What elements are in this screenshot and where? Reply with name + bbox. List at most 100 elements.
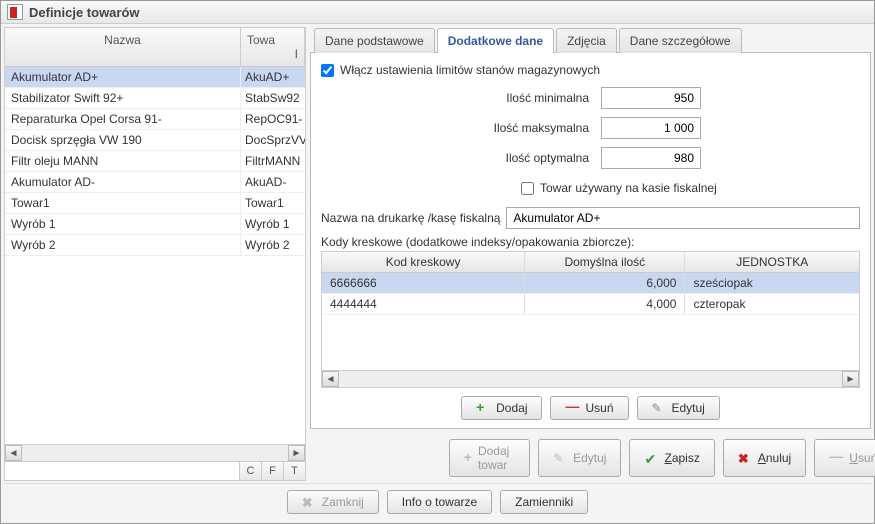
grid-header-code[interactable]: Towa I	[241, 28, 305, 66]
app-icon	[7, 4, 23, 20]
item-name-cell: Wyrób 1	[5, 214, 241, 234]
bc-code-cell: 4444444	[322, 294, 525, 314]
main-buttons: + Dodaj towar ✎ Edytuj ✔ Zapisz ✖ Anuluj	[470, 429, 871, 481]
tab-photos[interactable]: Zdjęcia	[556, 28, 617, 53]
footer-tab-f[interactable]: F	[261, 462, 283, 480]
tab-detail[interactable]: Dane szczegółowe	[619, 28, 742, 53]
bc-unit-cell: sześciopak	[685, 273, 859, 293]
edit-icon: ✎	[553, 451, 567, 465]
bc-unit-cell: czteropak	[685, 294, 859, 314]
table-row[interactable]: Reparaturka Opel Corsa 91-RepOC91-	[5, 109, 305, 130]
tab-panel-extra: Włącz ustawienia limitów stanów magazyno…	[310, 52, 871, 429]
bc-code-cell: 6666666	[322, 273, 525, 293]
enable-limits-row: Włącz ustawienia limitów stanów magazyno…	[321, 63, 860, 77]
bc-header-unit[interactable]: JEDNOSTKA	[685, 252, 859, 272]
table-row[interactable]: Towar1Towar1	[5, 193, 305, 214]
save-label: Zapisz	[664, 451, 699, 465]
window: Definicje towarów Nazwa Towa I Akumulato…	[0, 0, 875, 524]
tab-extra[interactable]: Dodatkowe dane	[437, 28, 554, 53]
plus-icon: +	[476, 401, 490, 415]
scroll-left-icon[interactable]: ◄	[5, 445, 22, 461]
grid-hscroll[interactable]: ◄ ►	[5, 444, 305, 461]
min-qty-row: Ilość minimalna	[321, 87, 860, 109]
check-icon: ✔	[644, 451, 658, 465]
barcode-edit-button[interactable]: ✎ Edytuj	[637, 396, 720, 420]
table-row[interactable]: Stabilizator Swift 92+StabSw92	[5, 88, 305, 109]
tab-basic[interactable]: Dane podstawowe	[314, 28, 435, 53]
barcode-grid-body: 66666666,000sześciopak44444444,000cztero…	[322, 273, 859, 370]
right-pane: Dane podstawowe Dodatkowe dane Zdjęcia D…	[310, 27, 871, 481]
barcode-remove-label: Usuń	[585, 401, 613, 415]
grid-header: Nazwa Towa I	[5, 28, 305, 67]
table-row[interactable]: Akumulator AD+AkuAD+	[5, 67, 305, 88]
footer-tab-t[interactable]: T	[283, 462, 305, 480]
table-row[interactable]: Filtr oleju MANNFiltrMANN	[5, 151, 305, 172]
item-name-cell: Wyrób 2	[5, 235, 241, 255]
item-code-cell: Towar1	[241, 193, 305, 213]
footer-tab-c[interactable]: C	[239, 462, 261, 480]
item-name-cell: Stabilizator Swift 92+	[5, 88, 241, 108]
barcode-buttons: + Dodaj — Usuń ✎ Edytuj	[321, 388, 860, 424]
scroll-right-icon[interactable]: ►	[288, 445, 305, 461]
grid-header-code-sub: I	[247, 47, 298, 61]
barcode-add-button[interactable]: + Dodaj	[461, 396, 542, 420]
minus-icon: —	[829, 451, 843, 465]
cancel-label: Anuluj	[758, 451, 791, 465]
scroll-track[interactable]	[339, 371, 842, 387]
barcode-row[interactable]: 44444444,000czteropak	[322, 294, 859, 315]
item-code-cell: StabSw92	[241, 88, 305, 108]
printer-name-row: Nazwa na drukarkę /kasę fiskalną	[321, 207, 860, 229]
opt-qty-input[interactable]	[601, 147, 701, 169]
barcode-heading: Kody kreskowe (dodatkowe indeksy/opakowa…	[321, 235, 860, 249]
barcode-hscroll[interactable]: ◄ ►	[322, 370, 859, 387]
bc-header-qty[interactable]: Domyślna ilość	[525, 252, 685, 272]
scroll-right-icon[interactable]: ►	[842, 371, 859, 387]
edit-item-button[interactable]: ✎ Edytuj	[538, 439, 621, 477]
grid-header-code-top: Towa	[247, 33, 298, 47]
barcode-remove-button[interactable]: — Usuń	[550, 396, 628, 420]
tab-strip: Dane podstawowe Dodatkowe dane Zdjęcia D…	[310, 27, 871, 52]
opt-qty-label: Ilość optymalna	[321, 151, 601, 165]
edit-item-label: Edytuj	[573, 451, 606, 465]
substitutes-button[interactable]: Zamienniki	[500, 490, 588, 514]
cancel-button[interactable]: ✖ Anuluj	[723, 439, 806, 477]
item-code-cell: FiltrMANN	[241, 151, 305, 171]
table-row[interactable]: Docisk sprzęgła VW 190DocSprzVV	[5, 130, 305, 151]
scroll-left-icon[interactable]: ◄	[322, 371, 339, 387]
table-row[interactable]: Wyrób 2Wyrób 2	[5, 235, 305, 256]
table-row[interactable]: Wyrób 1Wyrób 1	[5, 214, 305, 235]
item-name-cell: Akumulator AD-	[5, 172, 241, 192]
add-item-button[interactable]: + Dodaj towar	[449, 439, 530, 477]
bc-header-code[interactable]: Kod kreskowy	[322, 252, 525, 272]
window-title: Definicje towarów	[29, 5, 140, 20]
minus-icon: —	[565, 401, 579, 415]
item-code-cell: Wyrób 1	[241, 214, 305, 234]
enable-limits-checkbox[interactable]	[321, 64, 334, 77]
body: Nazwa Towa I Akumulator AD+AkuAD+Stabili…	[1, 24, 874, 523]
opt-qty-row: Ilość optymalna	[321, 147, 860, 169]
bc-qty-cell: 6,000	[525, 273, 685, 293]
scroll-track[interactable]	[22, 445, 288, 461]
fiscal-checkbox[interactable]	[521, 182, 534, 195]
table-row[interactable]: Akumulator AD-AkuAD-	[5, 172, 305, 193]
delete-button[interactable]: — Usuń	[814, 439, 875, 477]
min-qty-input[interactable]	[601, 87, 701, 109]
max-qty-input[interactable]	[601, 117, 701, 139]
save-button[interactable]: ✔ Zapisz	[629, 439, 714, 477]
info-button[interactable]: Info o towarze	[387, 490, 492, 514]
barcode-add-label: Dodaj	[496, 401, 527, 415]
content-row: Nazwa Towa I Akumulator AD+AkuAD+Stabili…	[4, 27, 871, 481]
close-label: Zamknij	[322, 495, 364, 509]
item-grid: Nazwa Towa I Akumulator AD+AkuAD+Stabili…	[4, 27, 306, 481]
bc-qty-cell: 4,000	[525, 294, 685, 314]
printer-name-input[interactable]	[506, 207, 860, 229]
close-button[interactable]: ✖ Zamknij	[287, 490, 379, 514]
item-name-cell: Docisk sprzęgła VW 190	[5, 130, 241, 150]
item-code-cell: RepOC91-	[241, 109, 305, 129]
grid-header-name[interactable]: Nazwa	[5, 28, 241, 66]
fiscal-row: Towar używany na kasie fiskalnej	[521, 181, 860, 195]
item-name-cell: Towar1	[5, 193, 241, 213]
cancel-icon: ✖	[738, 451, 752, 465]
barcode-row[interactable]: 66666666,000sześciopak	[322, 273, 859, 294]
grid-footer-tabs: C F T	[5, 461, 305, 480]
